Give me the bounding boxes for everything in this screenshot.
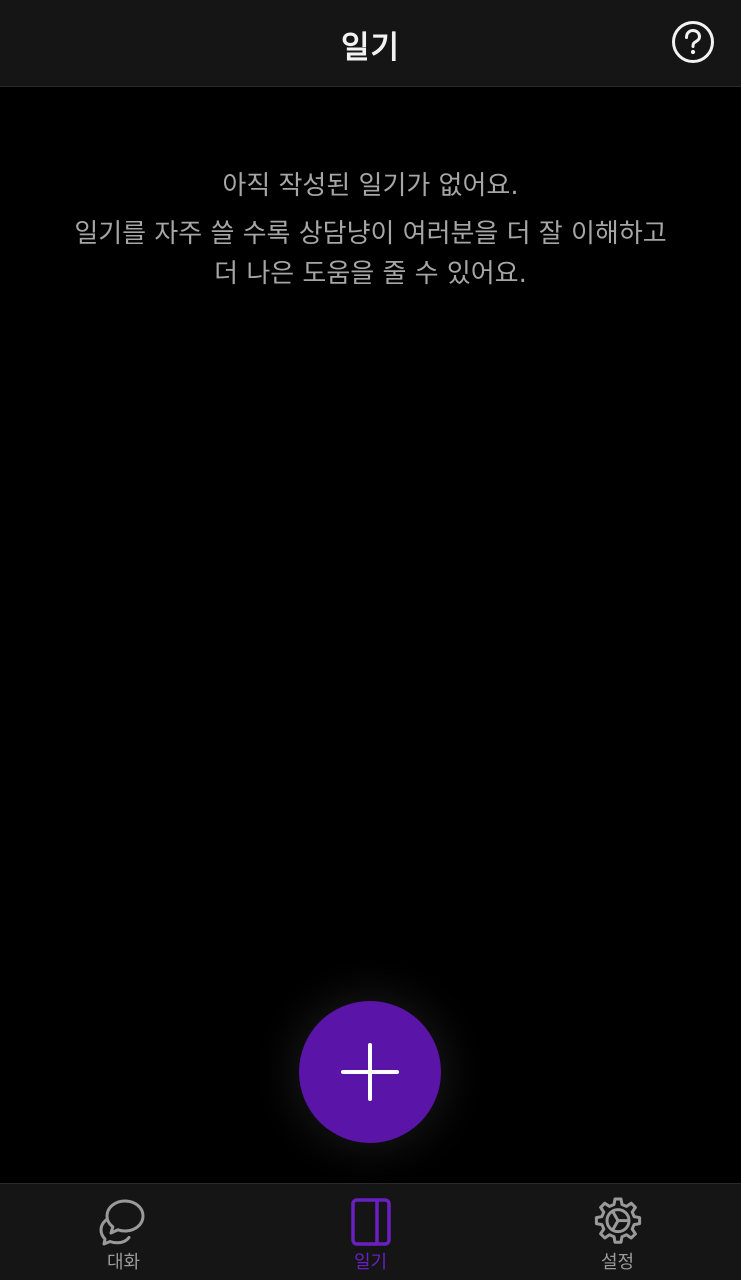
- help-button[interactable]: [671, 20, 715, 64]
- add-diary-button[interactable]: [299, 1001, 441, 1143]
- tab-diary-label: 일기: [353, 1252, 388, 1273]
- tab-chat-label: 대화: [106, 1252, 141, 1273]
- empty-state-description-line1: 일기를 자주 쓸 수록 상담냥이 여러분을 더 잘 이해하고: [74, 219, 667, 249]
- empty-state: 아직 작성된 일기가 없어요. 일기를 자주 쓸 수록 상담냥이 여러분을 더 …: [0, 166, 741, 294]
- bottom-tab-bar: 대화 일기 설정: [0, 1183, 741, 1280]
- empty-state-description: 일기를 자주 쓸 수록 상담냥이 여러분을 더 잘 이해하고 더 나은 도움을 …: [0, 214, 741, 294]
- question-circle-icon: [672, 21, 714, 63]
- tab-settings-label: 설정: [600, 1252, 635, 1273]
- tab-settings[interactable]: 설정: [494, 1184, 741, 1280]
- tab-diary[interactable]: 일기: [247, 1184, 494, 1280]
- app-header: 일기: [0, 0, 741, 87]
- gear-icon: [594, 1197, 641, 1244]
- empty-state-description-line2: 더 나은 도움을 줄 수 있어요.: [214, 259, 527, 289]
- plus-icon: [341, 1043, 399, 1101]
- tab-chat[interactable]: 대화: [0, 1184, 247, 1280]
- empty-state-title: 아직 작성된 일기가 없어요.: [222, 171, 519, 201]
- notebook-icon: [350, 1198, 391, 1246]
- chat-bubbles-icon: [99, 1199, 144, 1246]
- page-title: 일기: [340, 30, 401, 66]
